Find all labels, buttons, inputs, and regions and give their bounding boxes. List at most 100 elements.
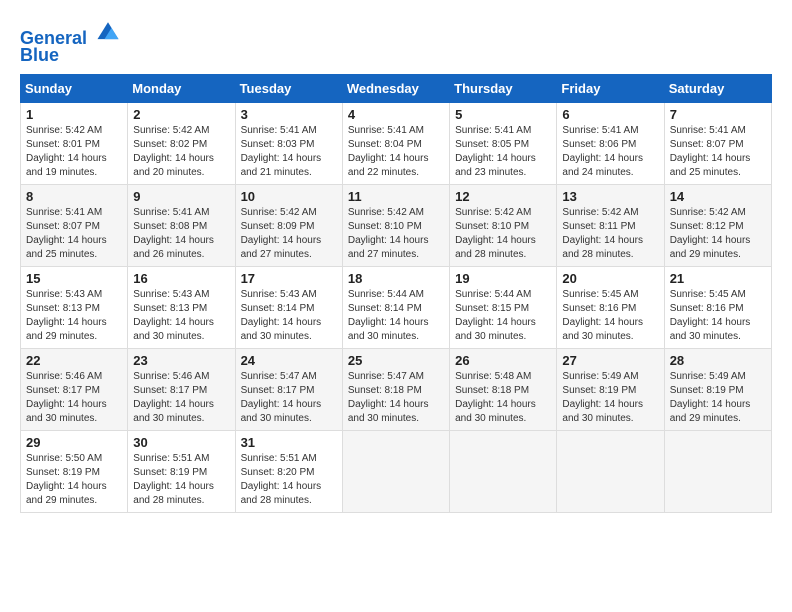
calendar-cell: 28 Sunrise: 5:49 AM Sunset: 8:19 PM Dayli… (664, 348, 771, 430)
day-info: Sunrise: 5:51 AM Sunset: 8:20 PM Dayligh… (241, 452, 337, 508)
logo: General Blue (20, 16, 122, 66)
calendar-cell: 31Sunrise: 5:51 AM Sunset: 8:20 PM Dayli… (235, 430, 342, 512)
calendar-cell: 4 Sunrise: 5:41 AM Sunset: 8:04 PM Daylig… (342, 102, 449, 184)
day-number: 23 (133, 353, 229, 368)
day-info: Sunrise: 5:41 AM Sunset: 8:07 PM Dayligh… (26, 206, 122, 262)
calendar-table: SundayMondayTuesdayWednesdayThursdayFrid… (20, 74, 772, 513)
day-info: Sunrise: 5:42 AM Sunset: 8:01 PM Dayligh… (26, 124, 122, 180)
day-info: Sunrise: 5:46 AM Sunset: 8:17 PM Dayligh… (133, 370, 229, 426)
calendar-cell (342, 430, 449, 512)
day-info: Sunrise: 5:46 AM Sunset: 8:17 PM Dayligh… (26, 370, 122, 426)
day-info: Sunrise: 5:47 AM Sunset: 8:18 PM Dayligh… (348, 370, 444, 426)
day-info: Sunrise: 5:49 AM Sunset: 8:19 PM Dayligh… (670, 370, 766, 426)
day-info: Sunrise: 5:47 AM Sunset: 8:17 PM Dayligh… (241, 370, 337, 426)
calendar-week-0: 1 Sunrise: 5:42 AM Sunset: 8:01 PM Daylig… (21, 102, 772, 184)
day-number: 18 (348, 271, 444, 286)
day-info: Sunrise: 5:41 AM Sunset: 8:08 PM Dayligh… (133, 206, 229, 262)
day-info: Sunrise: 5:42 AM Sunset: 8:10 PM Dayligh… (455, 206, 551, 262)
calendar-header-wednesday: Wednesday (342, 74, 449, 102)
day-number: 25 (348, 353, 444, 368)
day-number: 6 (562, 107, 658, 122)
calendar-cell: 18Sunrise: 5:44 AM Sunset: 8:14 PM Dayli… (342, 266, 449, 348)
calendar-week-2: 15 Sunrise: 5:43 AM Sunset: 8:13 PM Dayli… (21, 266, 772, 348)
calendar-cell: 16 Sunrise: 5:43 AM Sunset: 8:13 PM Dayli… (128, 266, 235, 348)
calendar-cell (664, 430, 771, 512)
calendar-cell: 5 Sunrise: 5:41 AM Sunset: 8:05 PM Daylig… (450, 102, 557, 184)
calendar-cell: 8Sunrise: 5:41 AM Sunset: 8:07 PM Daylig… (21, 184, 128, 266)
day-number: 2 (133, 107, 229, 122)
day-info: Sunrise: 5:41 AM Sunset: 8:04 PM Dayligh… (348, 124, 444, 180)
day-number: 22 (26, 353, 122, 368)
day-info: Sunrise: 5:45 AM Sunset: 8:16 PM Dayligh… (670, 288, 766, 344)
day-number: 7 (670, 107, 766, 122)
calendar-cell: 2Sunrise: 5:42 AM Sunset: 8:02 PM Daylig… (128, 102, 235, 184)
calendar-header-friday: Friday (557, 74, 664, 102)
logo-icon (94, 16, 122, 44)
calendar-cell: 1 Sunrise: 5:42 AM Sunset: 8:01 PM Daylig… (21, 102, 128, 184)
day-info: Sunrise: 5:41 AM Sunset: 8:03 PM Dayligh… (241, 124, 337, 180)
day-number: 16 (133, 271, 229, 286)
day-info: Sunrise: 5:43 AM Sunset: 8:13 PM Dayligh… (133, 288, 229, 344)
calendar-header-saturday: Saturday (664, 74, 771, 102)
calendar-header-thursday: Thursday (450, 74, 557, 102)
day-info: Sunrise: 5:43 AM Sunset: 8:14 PM Dayligh… (241, 288, 337, 344)
day-info: Sunrise: 5:41 AM Sunset: 8:07 PM Dayligh… (670, 124, 766, 180)
day-info: Sunrise: 5:45 AM Sunset: 8:16 PM Dayligh… (562, 288, 658, 344)
calendar-cell: 21 Sunrise: 5:45 AM Sunset: 8:16 PM Dayli… (664, 266, 771, 348)
day-info: Sunrise: 5:41 AM Sunset: 8:06 PM Dayligh… (562, 124, 658, 180)
calendar-header-row: SundayMondayTuesdayWednesdayThursdayFrid… (21, 74, 772, 102)
day-number: 28 (670, 353, 766, 368)
day-info: Sunrise: 5:42 AM Sunset: 8:10 PM Dayligh… (348, 206, 444, 262)
day-info: Sunrise: 5:44 AM Sunset: 8:15 PM Dayligh… (455, 288, 551, 344)
day-number: 21 (670, 271, 766, 286)
day-number: 13 (562, 189, 658, 204)
day-number: 14 (670, 189, 766, 204)
day-number: 4 (348, 107, 444, 122)
calendar-cell: 23 Sunrise: 5:46 AM Sunset: 8:17 PM Dayli… (128, 348, 235, 430)
header: General Blue (20, 16, 772, 66)
page: General Blue SundayMondayTuesdayWednesda… (0, 0, 792, 523)
calendar-cell (557, 430, 664, 512)
calendar-cell: 6 Sunrise: 5:41 AM Sunset: 8:06 PM Daylig… (557, 102, 664, 184)
calendar-cell: 25 Sunrise: 5:47 AM Sunset: 8:18 PM Dayli… (342, 348, 449, 430)
calendar-week-3: 22 Sunrise: 5:46 AM Sunset: 8:17 PM Dayli… (21, 348, 772, 430)
day-number: 10 (241, 189, 337, 204)
calendar-cell: 20Sunrise: 5:45 AM Sunset: 8:16 PM Dayli… (557, 266, 664, 348)
calendar-cell: 15 Sunrise: 5:43 AM Sunset: 8:13 PM Dayli… (21, 266, 128, 348)
day-number: 3 (241, 107, 337, 122)
day-number: 1 (26, 107, 122, 122)
day-number: 27 (562, 353, 658, 368)
calendar-cell: 12Sunrise: 5:42 AM Sunset: 8:10 PM Dayli… (450, 184, 557, 266)
calendar-cell: 14 Sunrise: 5:42 AM Sunset: 8:12 PM Dayli… (664, 184, 771, 266)
day-info: Sunrise: 5:41 AM Sunset: 8:05 PM Dayligh… (455, 124, 551, 180)
day-info: Sunrise: 5:43 AM Sunset: 8:13 PM Dayligh… (26, 288, 122, 344)
calendar-cell: 24 Sunrise: 5:47 AM Sunset: 8:17 PM Dayli… (235, 348, 342, 430)
day-info: Sunrise: 5:42 AM Sunset: 8:12 PM Dayligh… (670, 206, 766, 262)
day-number: 30 (133, 435, 229, 450)
day-number: 11 (348, 189, 444, 204)
calendar-cell: 3 Sunrise: 5:41 AM Sunset: 8:03 PM Daylig… (235, 102, 342, 184)
calendar-cell: 17Sunrise: 5:43 AM Sunset: 8:14 PM Dayli… (235, 266, 342, 348)
day-info: Sunrise: 5:49 AM Sunset: 8:19 PM Dayligh… (562, 370, 658, 426)
day-info: Sunrise: 5:50 AM Sunset: 8:19 PM Dayligh… (26, 452, 122, 508)
calendar-cell: 26Sunrise: 5:48 AM Sunset: 8:18 PM Dayli… (450, 348, 557, 430)
calendar-week-1: 8Sunrise: 5:41 AM Sunset: 8:07 PM Daylig… (21, 184, 772, 266)
day-info: Sunrise: 5:51 AM Sunset: 8:19 PM Dayligh… (133, 452, 229, 508)
logo-text: General (20, 16, 122, 49)
day-info: Sunrise: 5:42 AM Sunset: 8:11 PM Dayligh… (562, 206, 658, 262)
day-info: Sunrise: 5:42 AM Sunset: 8:09 PM Dayligh… (241, 206, 337, 262)
day-number: 15 (26, 271, 122, 286)
day-number: 9 (133, 189, 229, 204)
calendar-week-4: 29 Sunrise: 5:50 AM Sunset: 8:19 PM Dayli… (21, 430, 772, 512)
calendar-header-tuesday: Tuesday (235, 74, 342, 102)
calendar-cell: 13 Sunrise: 5:42 AM Sunset: 8:11 PM Dayli… (557, 184, 664, 266)
calendar-cell: 10 Sunrise: 5:42 AM Sunset: 8:09 PM Dayli… (235, 184, 342, 266)
day-number: 19 (455, 271, 551, 286)
day-number: 29 (26, 435, 122, 450)
calendar-header-monday: Monday (128, 74, 235, 102)
day-number: 24 (241, 353, 337, 368)
calendar-cell: 19 Sunrise: 5:44 AM Sunset: 8:15 PM Dayli… (450, 266, 557, 348)
day-number: 26 (455, 353, 551, 368)
day-number: 5 (455, 107, 551, 122)
calendar-cell (450, 430, 557, 512)
